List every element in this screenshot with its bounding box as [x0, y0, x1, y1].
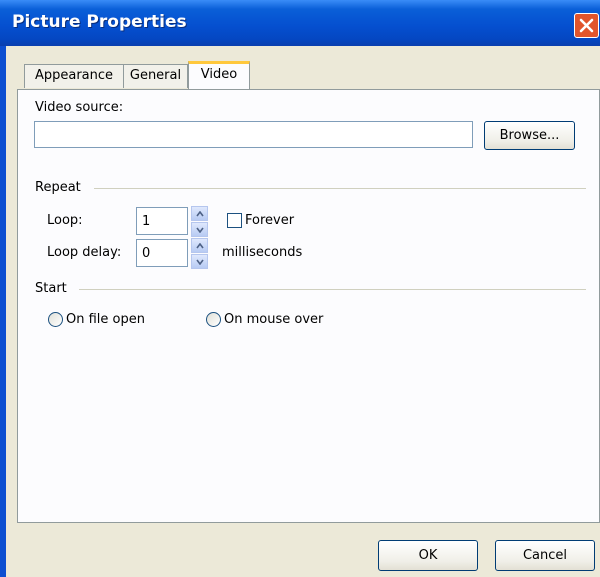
loop-count-stepper[interactable]	[191, 206, 208, 237]
tab-appearance[interactable]: Appearance	[24, 64, 124, 88]
chevron-up-icon	[196, 211, 204, 217]
browse-button[interactable]: Browse...	[484, 121, 575, 150]
close-button[interactable]	[574, 13, 599, 38]
title-bar[interactable]: Picture Properties	[0, 0, 600, 46]
on-mouse-over-label: On mouse over	[224, 312, 324, 327]
chevron-up-icon	[196, 243, 204, 249]
start-group-divider	[79, 289, 586, 290]
repeat-group-divider	[94, 188, 586, 189]
video-source-label: Video source:	[35, 100, 124, 115]
loop-label: Loop:	[47, 213, 83, 228]
delay-up-button[interactable]	[191, 238, 208, 253]
close-icon	[579, 18, 594, 33]
video-tab-panel	[17, 89, 600, 523]
loop-delay-label: Loop delay:	[47, 245, 122, 260]
loop-delay-stepper[interactable]	[191, 238, 208, 269]
chevron-down-icon	[196, 259, 204, 265]
tab-label: Video	[200, 67, 238, 82]
loop-delay-input[interactable]	[136, 239, 188, 267]
chevron-down-icon	[196, 227, 204, 233]
forever-checkbox[interactable]	[227, 213, 242, 228]
on-file-open-radio[interactable]	[48, 312, 63, 327]
ok-button[interactable]: OK	[378, 540, 478, 571]
start-group-title: Start	[35, 281, 67, 296]
milliseconds-label: milliseconds	[222, 245, 303, 260]
loop-down-button[interactable]	[191, 222, 208, 237]
ok-button-label: OK	[418, 548, 438, 563]
tab-label: Appearance	[34, 68, 114, 83]
window-title: Picture Properties	[12, 12, 187, 32]
tab-general[interactable]: General	[123, 64, 188, 88]
tab-video[interactable]: Video	[188, 61, 250, 89]
tab-label: General	[129, 68, 182, 83]
browse-button-label: Browse...	[499, 128, 560, 143]
on-file-open-label: On file open	[66, 312, 145, 327]
repeat-group-title: Repeat	[35, 180, 81, 195]
cancel-button-label: Cancel	[522, 548, 568, 563]
forever-label: Forever	[245, 213, 295, 228]
video-source-input[interactable]	[34, 121, 473, 148]
cancel-button[interactable]: Cancel	[495, 540, 595, 571]
delay-down-button[interactable]	[191, 254, 208, 269]
loop-up-button[interactable]	[191, 206, 208, 221]
picture-properties-dialog: Picture Properties Appearance General Vi…	[0, 0, 600, 577]
loop-count-input[interactable]	[136, 207, 188, 235]
on-mouse-over-radio[interactable]	[206, 312, 221, 327]
